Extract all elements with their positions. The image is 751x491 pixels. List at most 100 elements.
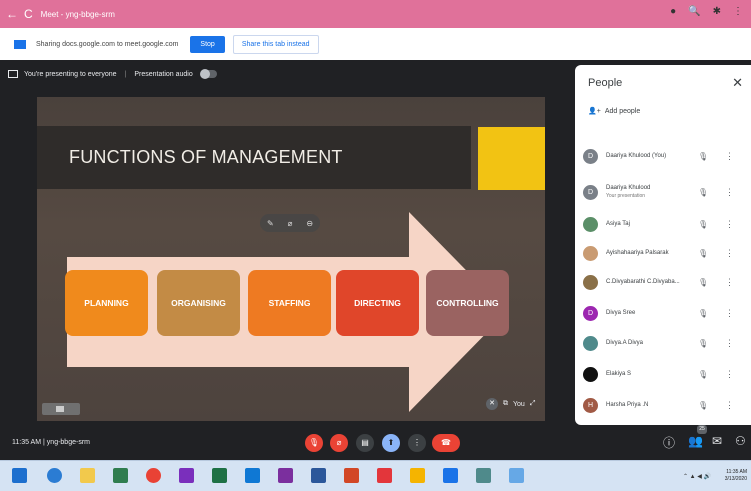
add-people-label: Add people	[604, 107, 641, 115]
more-options-icon[interactable]: ⋮	[725, 151, 734, 162]
step-planning: PLANNING	[65, 270, 148, 336]
step-controlling: CONTROLLING	[426, 270, 509, 336]
participant-row[interactable]: C.Divyabarathi C.Divyaba... 🎙 ⋮	[583, 272, 743, 292]
system-clock[interactable]: 11:35 AM 3/13/2020	[725, 469, 747, 483]
participant-row[interactable]: Divya.A Divya 🎙 ⋮	[583, 333, 743, 353]
app-icon-blue[interactable]	[443, 468, 458, 483]
app-icon-photos[interactable]	[476, 468, 491, 483]
file-explorer-icon[interactable]	[80, 468, 95, 483]
mic-muted-icon: 🎙	[698, 151, 709, 161]
powerpoint-icon[interactable]	[344, 468, 359, 483]
participant-name-text: Harsha Priya .N	[606, 402, 649, 408]
tile-controls: ✎ ⌀ ⊖	[260, 214, 320, 232]
more-options-icon[interactable]: ⋮	[725, 369, 734, 380]
stop-sharing-button[interactable]: Stop	[190, 35, 225, 53]
tab-title: Meet - yng-bbge-srm	[40, 9, 115, 19]
self-view-tile: ✕ ⧉ You ⤢	[486, 393, 560, 415]
participant-row[interactable]: Ayishahaariya Palsarak 🎙 ⋮	[583, 243, 743, 263]
edge-icon[interactable]	[47, 468, 62, 483]
participant-name-text: Asiya Taj	[606, 221, 630, 227]
more-options-icon[interactable]: ⋮	[725, 400, 734, 411]
sharing-bar: Sharing docs.google.com to meet.google.c…	[0, 28, 751, 60]
participant-row[interactable]: H Harsha Priya .N 🎙 ⋮	[583, 395, 743, 415]
back-icon[interactable]: ←	[6, 7, 18, 21]
participant-row[interactable]: D Daariya Khulood (You) 🎙 ⋮	[583, 146, 743, 166]
mute-icon[interactable]: ⌀	[288, 219, 293, 228]
leave-call-button[interactable]: ☎	[432, 434, 460, 452]
avatar: D	[583, 305, 598, 321]
slide-yellow-square	[478, 127, 545, 190]
participant-row[interactable]: D Divya Sree 🎙 ⋮	[583, 303, 743, 323]
mic-off-icon: ✕	[486, 398, 498, 410]
participant-name: Ayishahaariya Palsarak	[606, 249, 688, 257]
chat-icon[interactable]: ✉	[712, 434, 722, 448]
browser-toolbar: ● 🔍 ✱ ⋮	[670, 6, 743, 17]
word-icon[interactable]	[311, 468, 326, 483]
step-organising: ORGANISING	[157, 270, 240, 336]
slide-title: FUNCTIONS OF MANAGEMENT	[69, 147, 343, 167]
meeting-time: 11:35 AM	[12, 439, 42, 446]
mic-muted-icon: 🎙	[698, 369, 709, 379]
mic-muted-icon: 🎙	[698, 277, 709, 287]
app-icon-document[interactable]	[509, 468, 524, 483]
slide-overlay-chip	[42, 403, 80, 415]
avatar: D	[583, 184, 598, 200]
participant-name-text: Elakiya S	[606, 371, 632, 377]
more-options-icon[interactable]: ⋮	[725, 187, 734, 198]
zoom-icon[interactable]: 🔍	[688, 6, 700, 17]
avatar: H	[583, 397, 598, 413]
store-icon[interactable]	[113, 468, 128, 483]
add-people-button[interactable]: 👤+ Add people	[588, 107, 641, 116]
participant-row[interactable]: D Daariya Khulood Your presentation 🎙 ⋮	[583, 182, 743, 202]
presentation-audio-toggle[interactable]	[199, 69, 217, 79]
more-options-icon[interactable]: ⋮	[725, 277, 734, 288]
app-icon-yellow[interactable]	[410, 468, 425, 483]
self-label: You	[513, 400, 525, 408]
add-person-icon: 👤+	[588, 108, 601, 115]
more-options-button[interactable]: ⋮	[408, 434, 426, 452]
windows-start-icon[interactable]	[12, 468, 27, 483]
remove-icon[interactable]: ⊖	[306, 219, 313, 228]
menu-icon[interactable]: ⋮	[733, 6, 743, 17]
activities-icon[interactable]: ⚇	[735, 434, 746, 448]
people-icon[interactable]: 👥	[688, 434, 703, 448]
extension-icon[interactable]: ✱	[713, 6, 721, 17]
excel-icon[interactable]	[212, 468, 227, 483]
avatar	[583, 216, 598, 232]
more-options-icon[interactable]: ⋮	[725, 308, 734, 319]
share-this-tab-button[interactable]: Share this tab instead	[232, 34, 319, 54]
participant-name-text: Daariya Khulood (You)	[606, 153, 667, 159]
pin-icon[interactable]: ✎	[267, 219, 274, 228]
more-options-icon[interactable]: ⋮	[725, 248, 734, 259]
more-options-icon[interactable]: ⋮	[725, 338, 734, 349]
mic-muted-icon: 🎙	[698, 248, 709, 258]
presentation-audio-label: Presentation audio	[134, 70, 193, 78]
record-icon[interactable]: ●	[670, 6, 676, 17]
app-icon-purple[interactable]	[179, 468, 194, 483]
close-icon[interactable]: ✕	[732, 75, 743, 91]
chrome-icon[interactable]	[146, 468, 161, 483]
screen-share-icon	[14, 39, 26, 49]
participant-name-text: Daariya Khulood	[606, 185, 651, 191]
avatar	[583, 245, 598, 261]
step-directing: DIRECTING	[336, 270, 419, 336]
outlook-icon[interactable]	[245, 468, 260, 483]
camera-toggle-button[interactable]: ⌀	[330, 434, 348, 452]
participant-row[interactable]: Elakiya S 🎙 ⋮	[583, 364, 743, 384]
participant-name-text: Divya.A Divya	[606, 340, 644, 346]
app-icon-red[interactable]	[377, 468, 392, 483]
reload-icon[interactable]: C	[24, 7, 33, 21]
participant-name: Daariya Khulood (You)	[606, 152, 688, 160]
info-icon[interactable]: ⓘ	[663, 434, 675, 451]
present-now-button[interactable]: ⬆	[382, 434, 400, 452]
meeting-info: 11:35 AM | yng-bbge-srm	[12, 439, 90, 446]
more-options-icon[interactable]: ⋮	[725, 219, 734, 230]
expand-icon[interactable]: ⤢	[530, 400, 536, 408]
meet-stage: You're presenting to everyone | Presenta…	[0, 60, 751, 460]
onenote-icon[interactable]	[278, 468, 293, 483]
participant-name: Elakiya S	[606, 370, 688, 378]
system-tray[interactable]: ⌃ ▲ ◀ 🔊	[683, 473, 711, 480]
captions-button[interactable]: ▤	[356, 434, 374, 452]
mic-toggle-button[interactable]: 🎙	[305, 434, 323, 452]
participant-row[interactable]: Asiya Taj 🎙 ⋮	[583, 214, 743, 234]
